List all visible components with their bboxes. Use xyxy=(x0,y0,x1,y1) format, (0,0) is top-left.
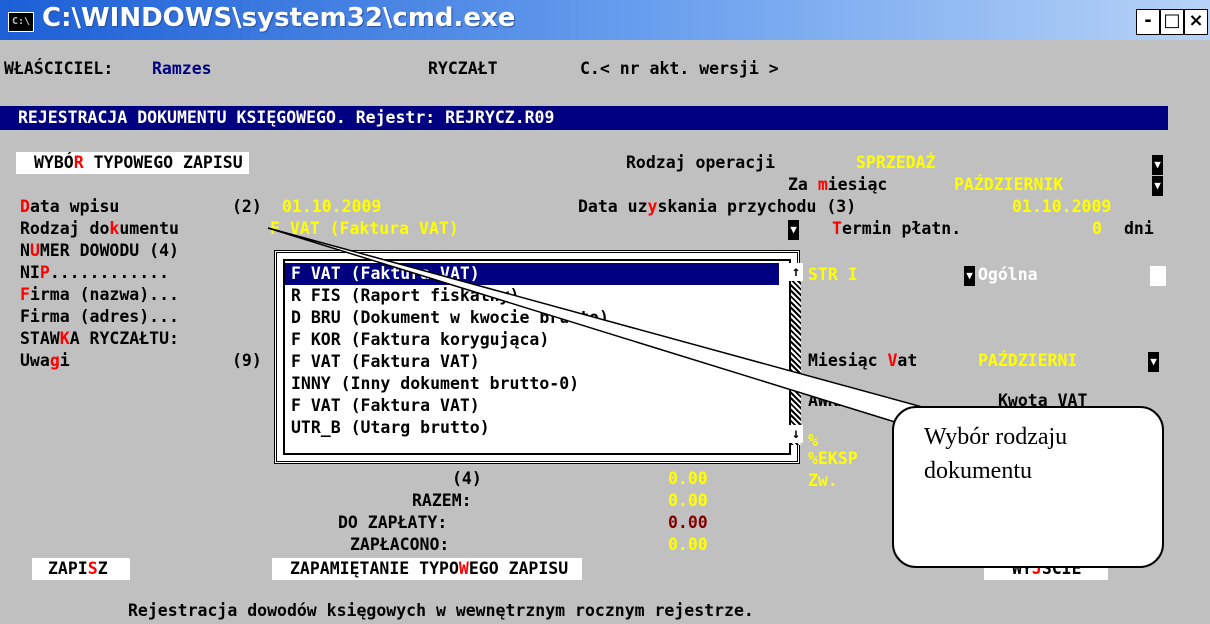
callout-box: Wybór rodzaju dokumentu xyxy=(892,406,1164,568)
callout-pointer-shape xyxy=(267,227,928,427)
callout-text: Wybór rodzaju dokumentu xyxy=(924,424,1068,484)
